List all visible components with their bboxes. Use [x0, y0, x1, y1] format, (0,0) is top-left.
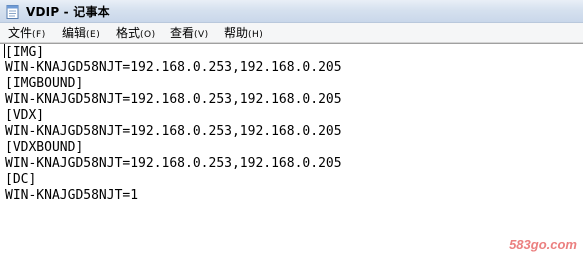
- menu-view-hotkey: (V): [194, 30, 209, 40]
- menu-format-label: 格式: [116, 26, 141, 40]
- menu-format[interactable]: 格式(O): [116, 25, 156, 41]
- text-line: [VDXBOUND]: [5, 140, 84, 155]
- title-bar[interactable]: VDIP - 记事本: [0, 0, 583, 23]
- menu-edit-hotkey: (E): [86, 30, 101, 40]
- menu-file[interactable]: 文件(F): [8, 25, 46, 41]
- menu-bar: 文件(F) 编辑(E) 格式(O) 查看(V) 帮助(H): [0, 23, 583, 43]
- text-line: [DC]: [5, 172, 37, 187]
- text-line: WIN-KNAJGD58NJT=1: [5, 188, 139, 203]
- notepad-icon[interactable]: [6, 4, 19, 19]
- menu-view[interactable]: 查看(V): [170, 25, 209, 41]
- window-title: VDIP - 记事本: [26, 5, 110, 19]
- menu-file-label: 文件: [8, 26, 33, 40]
- text-line: [VDX]: [5, 108, 45, 123]
- menu-help[interactable]: 帮助(H): [224, 25, 263, 41]
- menu-edit[interactable]: 编辑(E): [62, 25, 100, 41]
- text-line: WIN-KNAJGD58NJT=192.168.0.253,192.168.0.…: [5, 156, 342, 171]
- text-line: WIN-KNAJGD58NJT=192.168.0.253,192.168.0.…: [5, 92, 342, 107]
- text-line: [IMG]: [4, 44, 45, 61]
- notepad-window: VDIP - 记事本 文件(F) 编辑(E) 格式(O) 查看(V) 帮助(H)…: [0, 0, 583, 262]
- menu-help-label: 帮助: [224, 26, 249, 40]
- menu-file-hotkey: (F): [32, 30, 46, 40]
- text-line: [IMGBOUND]: [5, 76, 84, 91]
- text-line: WIN-KNAJGD58NJT=192.168.0.253,192.168.0.…: [5, 124, 342, 139]
- text-line-content: [IMG]: [5, 45, 45, 60]
- menu-format-hotkey: (O): [140, 30, 156, 40]
- text-editor[interactable]: [IMG] WIN-KNAJGD58NJT=192.168.0.253,192.…: [0, 43, 583, 262]
- text-line: WIN-KNAJGD58NJT=192.168.0.253,192.168.0.…: [5, 60, 342, 75]
- menu-help-hotkey: (H): [248, 30, 264, 40]
- menu-edit-label: 编辑: [62, 26, 87, 40]
- menu-view-label: 查看: [170, 26, 195, 40]
- site-watermark: 583go.com: [509, 237, 577, 252]
